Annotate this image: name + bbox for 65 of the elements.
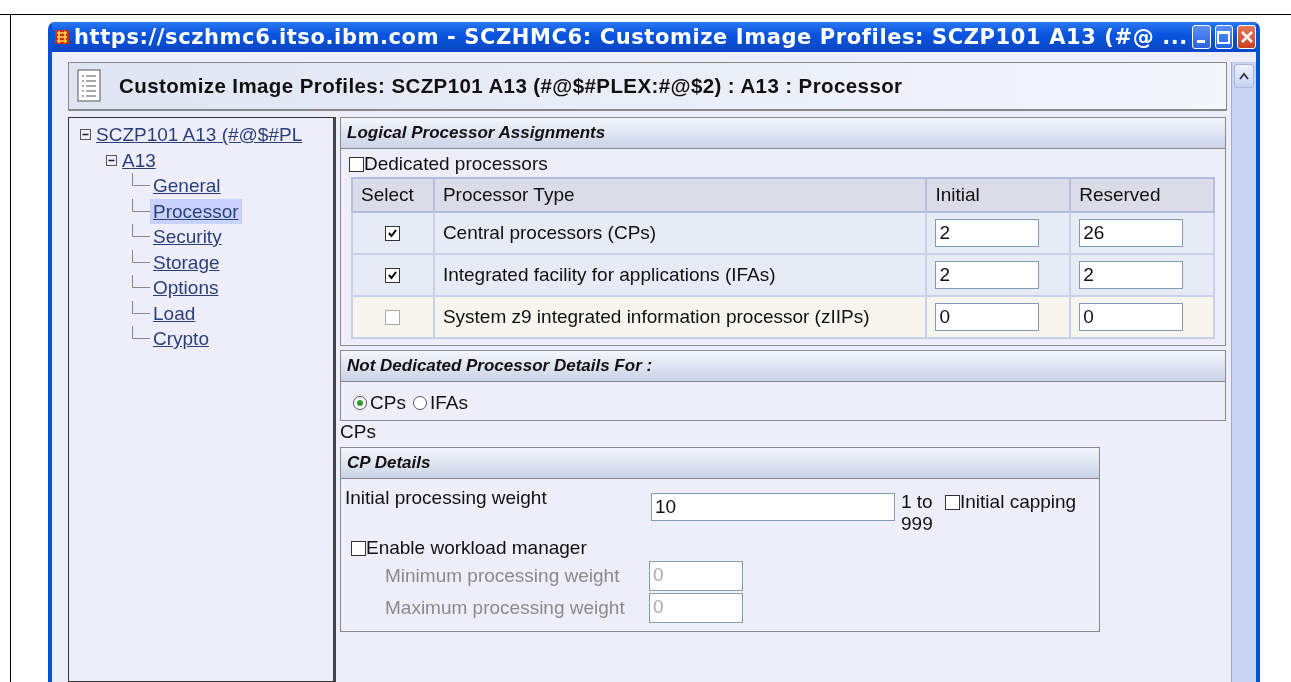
caret-up-icon [1239, 72, 1250, 80]
tree-connector [132, 173, 150, 186]
number-field[interactable]: 10 [651, 493, 895, 521]
tree-item[interactable]: Load [150, 300, 199, 326]
maximize-button[interactable] [1214, 25, 1234, 49]
panel-title: Logical Processor Assignments [347, 123, 606, 143]
tree-item[interactable]: Options [150, 275, 222, 301]
number-field[interactable]: 0 [935, 303, 1040, 331]
checkbox-label: Dedicated processors [364, 153, 548, 175]
page-title: Customize Image Profiles: SCZP101 A13 (#@$#PLEX:#@$2) : A13 : Processor [119, 74, 903, 98]
radio-label: IFAs [429, 392, 468, 414]
table-cell: Central processors (CPs) [433, 212, 927, 254]
number-field[interactable]: 2 [1079, 261, 1184, 289]
section-label: CPs [340, 421, 377, 443]
tree-item[interactable]: Crypto [150, 326, 212, 352]
minimize-icon [1197, 39, 1206, 43]
checkbox[interactable] [385, 268, 401, 284]
field-label: Maximum processing weight [385, 597, 626, 619]
column-header: Select [352, 178, 434, 212]
radio-button[interactable] [353, 396, 367, 410]
column-header: Reserved [1070, 178, 1214, 212]
tree-connector [132, 326, 150, 339]
checkbox[interactable] [945, 494, 960, 510]
collapse-icon[interactable] [103, 154, 119, 166]
maximize-icon [1217, 30, 1231, 44]
panel-title: CP Details [347, 453, 431, 473]
document-icon [77, 69, 103, 103]
close-button[interactable] [1237, 25, 1256, 49]
tree-item[interactable]: General [150, 173, 224, 199]
minimize-button[interactable] [1191, 25, 1211, 49]
tree-connector [132, 275, 150, 288]
tree-connector [132, 249, 150, 263]
table-cell: System z9 integrated information processor (zIIPs) [433, 296, 927, 338]
tree-connector [132, 198, 150, 212]
number-field[interactable]: 26 [1079, 219, 1184, 247]
collapse-icon[interactable] [77, 129, 93, 141]
number-field[interactable]: 2 [935, 219, 1040, 247]
checkbox[interactable] [351, 540, 366, 556]
window-title: https://sczhmc6.itso.ibm.com - SCZHMC6: Customize Image Profiles: SCZP101 A13 (#@ ... [74, 25, 1188, 49]
radio-label: CPs [370, 392, 406, 414]
tree-item[interactable]: SCZP101 A13 (#@$#PL [93, 122, 306, 148]
number-field[interactable]: 2 [935, 261, 1040, 289]
column-header: Initial [926, 178, 1071, 212]
scrollbar[interactable] [1231, 62, 1256, 682]
tree-item[interactable]: Security [150, 224, 225, 250]
tree-item[interactable]: Processor [150, 198, 242, 224]
checkbox[interactable] [385, 226, 401, 242]
panel-title: Not Dedicated Processor Details For : [347, 356, 653, 376]
tree-item[interactable]: Storage [150, 249, 223, 275]
close-icon [1240, 31, 1253, 43]
checkbox-label: Initial capping [960, 491, 1077, 513]
tree-item[interactable]: A13 [119, 147, 159, 173]
column-header: Processor Type [433, 178, 927, 212]
table-cell: Integrated facility for applications (IFAs) [433, 254, 927, 296]
tree-connector [132, 300, 150, 314]
checkbox-label: Enable workload manager [366, 537, 587, 559]
tree-connector [132, 224, 150, 237]
app-icon [54, 29, 70, 45]
checkbox[interactable] [349, 156, 364, 172]
field-label: Initial processing weight [345, 487, 548, 509]
radio-button[interactable] [412, 396, 427, 410]
number-field[interactable]: 0 [1079, 303, 1184, 331]
checkbox[interactable] [385, 310, 401, 326]
field-label: Minimum processing weight [385, 565, 621, 587]
range-hint: 1 to 999 [901, 491, 934, 535]
